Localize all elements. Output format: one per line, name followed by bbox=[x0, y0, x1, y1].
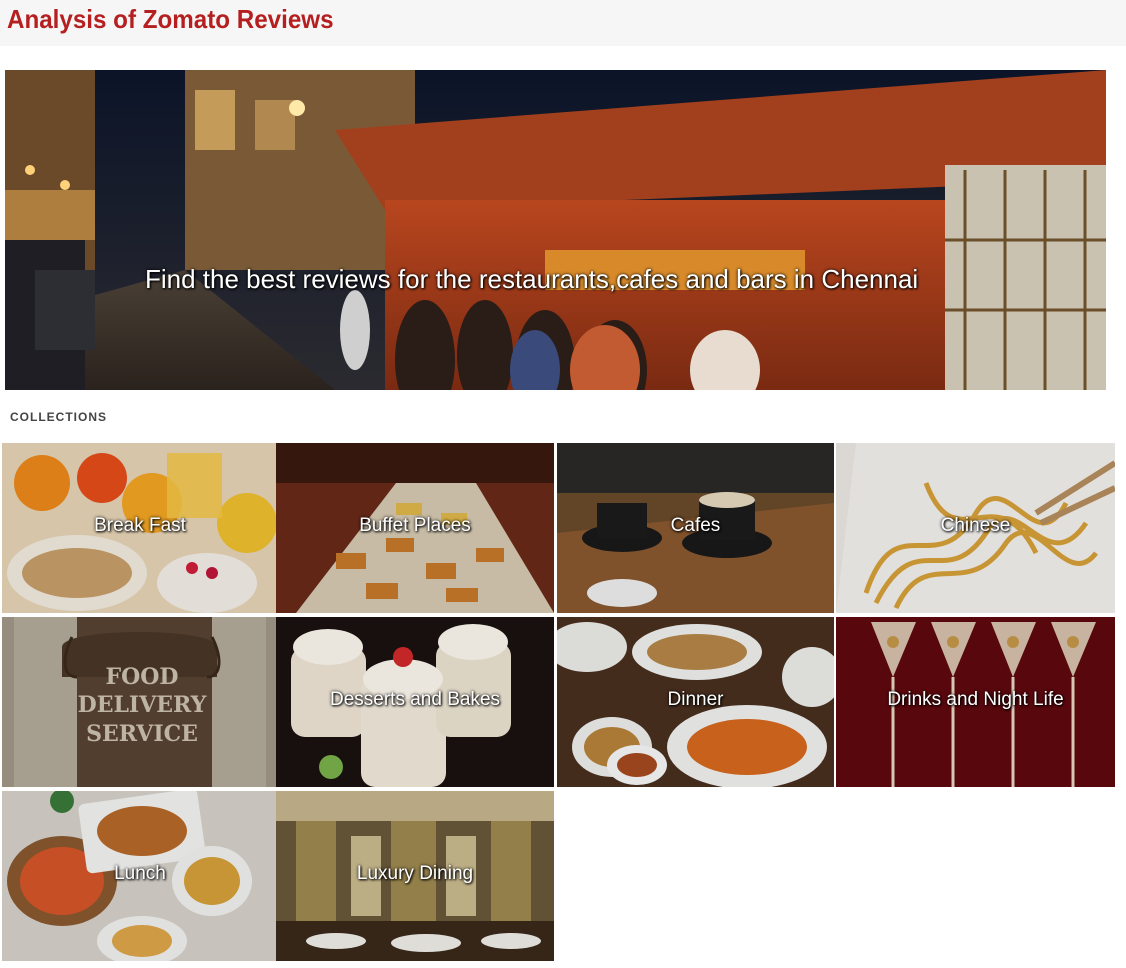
collection-tile-luxury-dining[interactable]: Luxury Dining bbox=[276, 791, 554, 961]
collection-label: Chinese bbox=[940, 515, 1011, 536]
collection-label: Lunch bbox=[114, 863, 166, 884]
collection-label: Buffet Places bbox=[359, 515, 471, 536]
page-title: Analysis of Zomato Reviews bbox=[7, 4, 334, 34]
collection-tile-cafes[interactable]: Cafes bbox=[557, 443, 834, 613]
collection-tile-desserts-and-bakes[interactable]: Desserts and Bakes bbox=[276, 617, 554, 787]
collection-tile-drinks-and-night-life[interactable]: Drinks and Night Life bbox=[836, 617, 1115, 787]
collection-label: Luxury Dining bbox=[356, 863, 474, 884]
collection-tile-food-delivery[interactable]: FOOD DELIVERY SERVICE bbox=[2, 617, 278, 787]
collection-label: Dinner bbox=[667, 689, 724, 710]
collections-heading: COLLECTIONS bbox=[10, 410, 107, 424]
collection-label: Cafes bbox=[670, 515, 721, 536]
hero-banner: Find the best reviews for the restaurant… bbox=[5, 70, 1106, 390]
collection-tile-buffet-places[interactable]: Buffet Places bbox=[276, 443, 554, 613]
collection-tile-chinese[interactable]: Chinese bbox=[836, 443, 1115, 613]
collection-tile-lunch[interactable]: Lunch bbox=[2, 791, 278, 961]
collection-tile-dinner[interactable]: Dinner bbox=[557, 617, 834, 787]
hero-image bbox=[5, 70, 1106, 390]
hero-tagline: Find the best reviews for the restaurant… bbox=[145, 264, 919, 294]
collection-label: Desserts and Bakes bbox=[329, 689, 501, 710]
collection-tile-breakfast[interactable]: Break Fast bbox=[2, 443, 278, 613]
header-bar: Analysis of Zomato Reviews bbox=[0, 0, 1126, 46]
collection-label: Break Fast bbox=[94, 515, 186, 536]
collection-label: Drinks and Night Life bbox=[887, 689, 1064, 710]
